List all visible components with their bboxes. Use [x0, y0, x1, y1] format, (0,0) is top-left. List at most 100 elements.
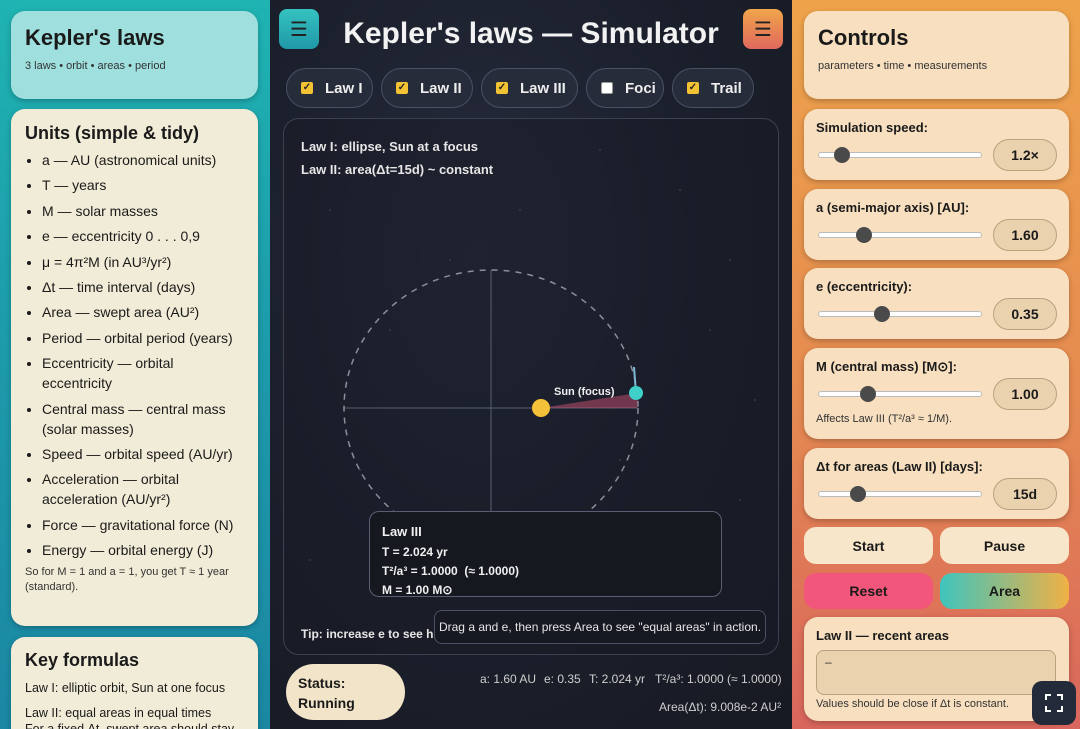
units-heading: Units (simple & tidy) — [25, 123, 200, 143]
orbit-stage[interactable]: Law I: ellipse, Sun at a focus Law II: a… — [283, 118, 779, 655]
speed-slider[interactable] — [818, 147, 982, 163]
recent-areas-value: – — [825, 655, 832, 669]
pause-button[interactable]: Pause — [940, 527, 1069, 564]
eccentricity-label: e (eccentricity): — [816, 279, 913, 294]
left-panel: Kepler's laws 3 laws • orbit • areas • p… — [0, 0, 270, 729]
tip-text: Tip: increase e to see hi — [301, 627, 437, 641]
app-subtitle: 3 laws • orbit • areas • period — [25, 60, 166, 72]
app-header-card: Kepler's laws 3 laws • orbit • areas • p… — [11, 11, 258, 99]
delta-t-card: Δt for areas (Law II) [days]: 15d — [804, 448, 1069, 519]
slider-thumb[interactable] — [849, 486, 866, 502]
start-button[interactable]: Start — [804, 527, 933, 564]
unit-item: Central mass — central mass (solar masse… — [42, 399, 244, 439]
unit-item: Force — gravitational force (N) — [42, 515, 244, 535]
controls-header-card: Controls parameters • time • measurement… — [804, 11, 1069, 99]
measure-area: Area(Δt): 9.008e-2 AU² — [659, 700, 782, 714]
semi-major-axis-label: a (semi-major axis) [AU]: — [816, 200, 970, 215]
central-mass-card: M (central mass) [M⊙]: 1.00 Affects Law … — [804, 348, 1069, 439]
units-list: a — AU (astronomical units) T — years M — … — [25, 150, 244, 560]
eccentricity-card: e (eccentricity): 0.35 — [804, 268, 1069, 339]
fullscreen-button[interactable] — [1032, 681, 1076, 725]
central-mass-label: M (central mass) [M⊙]: — [816, 359, 957, 374]
toggle-label: Trail — [711, 79, 742, 97]
left-menu-button[interactable]: ☰ — [279, 9, 319, 49]
unit-item: a — AU (astronomical units) — [42, 150, 244, 170]
sun-label: Sun (focus) — [554, 386, 615, 398]
sun — [532, 399, 550, 417]
recent-areas-title: Law II — recent areas — [816, 628, 949, 643]
speed-card: Simulation speed: 1.2× — [804, 109, 1069, 180]
unit-item: Energy — orbital energy (J) — [42, 540, 244, 560]
toggle-label: Foci — [625, 79, 656, 97]
law3-ratio: T²/a³ = 1.0000 (≈ 1.0000) — [382, 564, 519, 578]
semi-major-axis-card: a (semi-major axis) [AU]: 1.60 — [804, 189, 1069, 260]
controls-subtitle: parameters • time • measurements — [818, 60, 988, 72]
speed-value: 1.2× — [993, 139, 1057, 171]
checkbox-checked-icon[interactable]: ✓ — [301, 82, 313, 94]
unit-item: Acceleration — orbital acceleration (AU/… — [42, 469, 244, 509]
checkbox-checked-icon[interactable]: ✓ — [396, 82, 408, 94]
checkbox-checked-icon[interactable]: ✓ — [687, 82, 699, 94]
delta-t-slider[interactable] — [818, 486, 982, 502]
fullscreen-icon — [1045, 694, 1063, 712]
formula-law1: Law I: elliptic orbit, Sun at one focus — [25, 681, 226, 695]
measure-period: T: 2.024 yr — [589, 672, 646, 686]
recent-areas-note: Values should be close if Δt is constant… — [816, 698, 1010, 710]
central-mass-note: Affects Law III (T²/a³ ≈ 1/M). — [816, 413, 953, 425]
central-mass-value: 1.00 — [993, 378, 1057, 410]
formula-law2-detail: For a fixed Δt, swept area should stay — [25, 722, 235, 729]
units-note: So for M = 1 and a = 1, you get T ≈ 1 ye… — [25, 566, 229, 594]
unit-item: M — solar masses — [42, 201, 244, 221]
eccentricity-slider[interactable] — [818, 306, 982, 322]
toggle-label: Law II — [420, 79, 462, 97]
formulas-card: Key formulas Law I: elliptic orbit, Sun … — [11, 637, 258, 729]
app-title: Kepler's laws — [25, 25, 165, 50]
eccentricity-value: 0.35 — [993, 298, 1057, 330]
unit-item: Area — swept area (AU²) — [42, 302, 244, 322]
hint-tooltip: Drag a and e, then press Area to see "eq… — [434, 610, 766, 644]
recent-areas-box: – — [816, 650, 1056, 695]
status-value: Running — [298, 695, 355, 711]
law3-title: Law III — [382, 524, 422, 539]
controls-panel: Controls parameters • time • measurement… — [792, 0, 1080, 729]
measure-e: e: 0.35 — [544, 672, 581, 686]
law3-period: T = 2.024 yr — [382, 545, 448, 559]
slider-thumb[interactable] — [874, 306, 891, 322]
central-mass-slider[interactable] — [818, 386, 982, 402]
status-badge: Status: Running — [286, 664, 405, 720]
status-label: Status: — [298, 675, 346, 691]
toggle-foci[interactable]: Foci — [586, 68, 664, 108]
right-menu-button[interactable]: ☰ — [743, 9, 783, 49]
slider-thumb[interactable] — [833, 147, 850, 163]
unit-item: T — years — [42, 175, 244, 195]
slider-thumb[interactable] — [856, 227, 873, 243]
slider-thumb[interactable] — [859, 386, 876, 402]
delta-t-label: Δt for areas (Law II) [days]: — [816, 459, 983, 474]
formulas-heading: Key formulas — [25, 650, 140, 670]
unit-item: μ = 4π²M (in AU³/yr²) — [42, 252, 244, 272]
planet — [629, 386, 643, 400]
recent-areas-card: Law II — recent areas – Values should be… — [804, 617, 1069, 721]
menu-icon: ☰ — [754, 17, 772, 41]
reset-button[interactable]: Reset — [804, 573, 933, 609]
menu-icon: ☰ — [290, 17, 308, 41]
toggle-trail[interactable]: ✓ Trail — [672, 68, 754, 108]
checkbox-unchecked-icon[interactable] — [601, 82, 613, 94]
semi-major-axis-slider[interactable] — [818, 227, 982, 243]
toggle-label: Law III — [520, 79, 566, 97]
simulator-title: Kepler's laws — Simulator — [343, 17, 719, 50]
speed-label: Simulation speed: — [816, 120, 928, 135]
toggle-law-i[interactable]: ✓ Law I — [286, 68, 373, 108]
formula-law2: Law II: equal areas in equal times — [25, 706, 212, 720]
measure-ratio: T²/a³: 1.0000 (≈ 1.0000) — [655, 672, 782, 686]
unit-item: Δt — time interval (days) — [42, 277, 244, 297]
toggle-law-iii[interactable]: ✓ Law III — [481, 68, 578, 108]
checkbox-checked-icon[interactable]: ✓ — [496, 82, 508, 94]
unit-item: Speed — orbital speed (AU/yr) — [42, 444, 244, 464]
unit-item: Period — orbital period (years) — [42, 328, 244, 348]
toggle-law-ii[interactable]: ✓ Law II — [381, 68, 473, 108]
area-button[interactable]: Area — [940, 573, 1069, 609]
law3-mass: M = 1.00 M⊙ — [382, 583, 453, 597]
delta-t-value: 15d — [993, 478, 1057, 510]
toggle-label: Law I — [325, 79, 363, 97]
